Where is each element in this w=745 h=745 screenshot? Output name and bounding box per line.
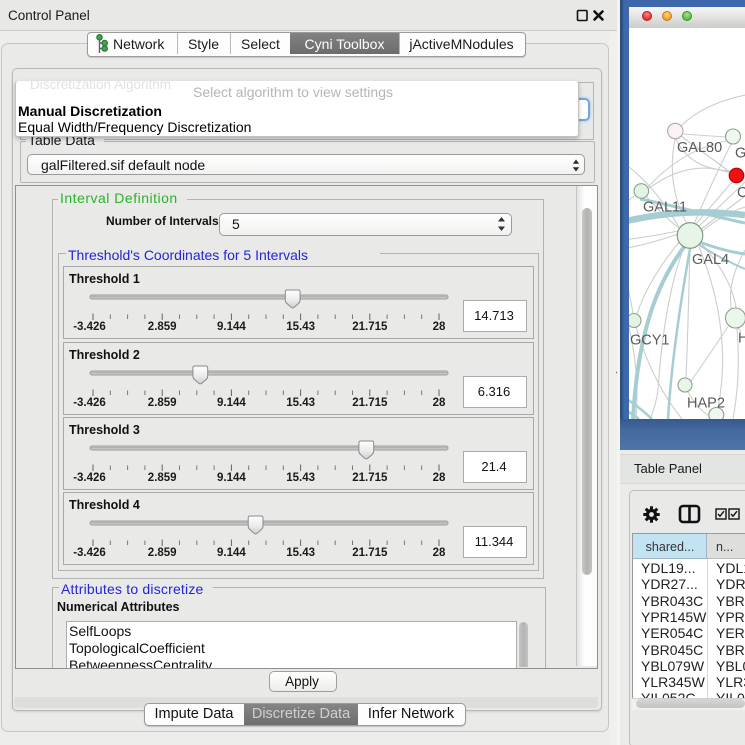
svg-text:HAP2: HAP2: [687, 396, 725, 412]
svg-text:-3.426: -3.426: [73, 397, 106, 409]
svg-text:9.144: 9.144: [217, 321, 246, 333]
svg-text:9.144: 9.144: [217, 547, 246, 559]
svg-text:21.715: 21.715: [352, 472, 388, 484]
svg-text:15.43: 15.43: [286, 472, 315, 484]
svg-text:GAL11: GAL11: [643, 200, 687, 216]
svg-text:9.144: 9.144: [217, 472, 246, 484]
svg-text:15.43: 15.43: [286, 547, 315, 559]
svg-text:GA: GA: [735, 146, 745, 162]
svg-text:2.859: 2.859: [148, 397, 177, 409]
svg-text:9.144: 9.144: [217, 397, 246, 409]
svg-text:2.859: 2.859: [148, 547, 177, 559]
svg-text:-3.426: -3.426: [73, 472, 106, 484]
svg-text:28: 28: [433, 321, 446, 333]
svg-text:21.715: 21.715: [352, 321, 388, 333]
svg-text:GAL80: GAL80: [677, 140, 722, 156]
svg-text:HI: HI: [738, 331, 745, 347]
svg-text:-3.426: -3.426: [73, 321, 106, 333]
svg-text:GAL4: GAL4: [692, 252, 729, 268]
svg-text:-3.426: -3.426: [73, 547, 106, 559]
svg-text:28: 28: [433, 547, 446, 559]
svg-text:21.715: 21.715: [352, 547, 388, 559]
svg-text:21.715: 21.715: [352, 397, 388, 409]
svg-text:CY: CY: [737, 185, 745, 201]
svg-text:28: 28: [433, 472, 446, 484]
svg-text:15.43: 15.43: [286, 397, 315, 409]
svg-text:GCY1: GCY1: [630, 333, 670, 349]
svg-text:15.43: 15.43: [286, 321, 315, 333]
svg-text:28: 28: [433, 397, 446, 409]
svg-text:2.859: 2.859: [148, 321, 177, 333]
svg-text:2.859: 2.859: [148, 472, 177, 484]
